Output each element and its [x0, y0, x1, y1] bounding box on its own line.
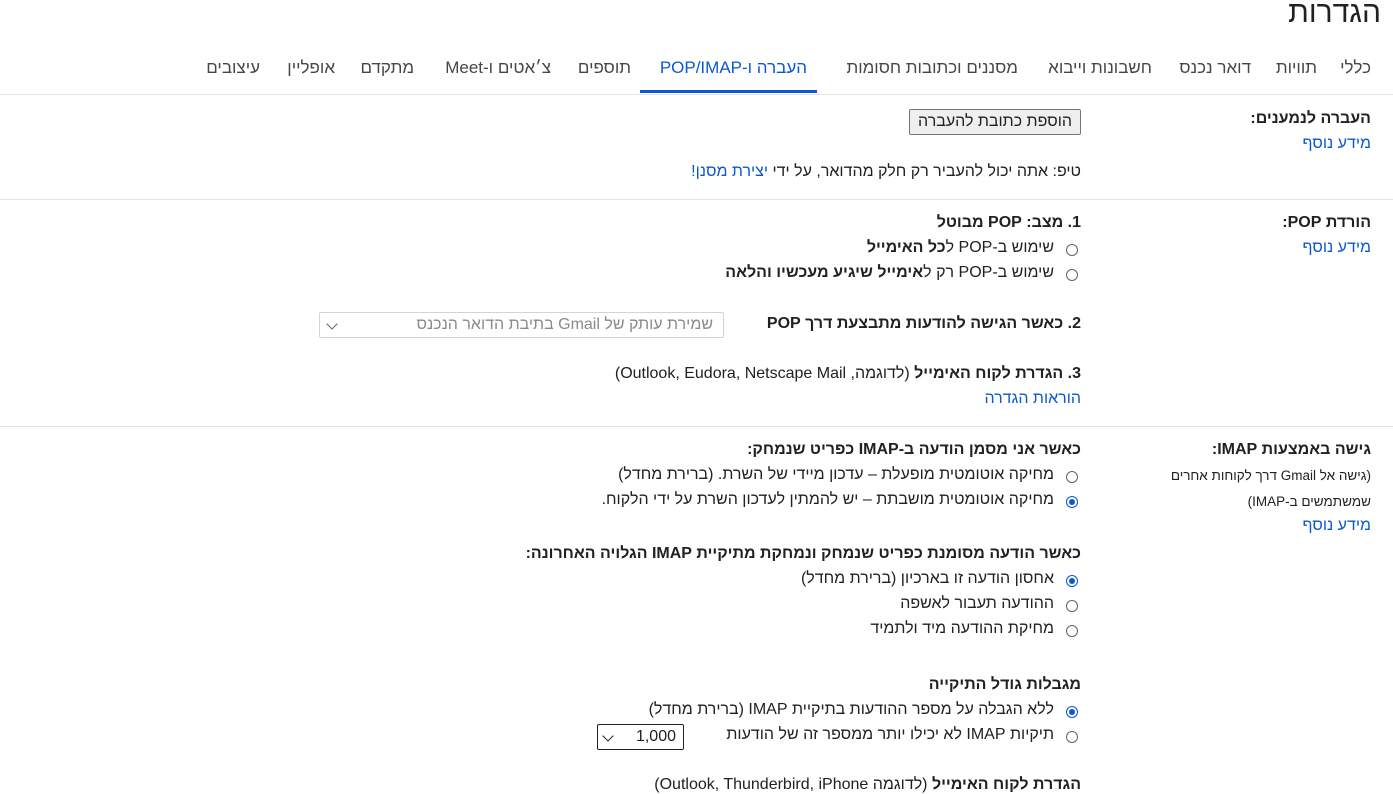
settings-tabs: כללי תוויות דואר נכנס חשבונות וייבוא מסנ…	[0, 50, 1393, 95]
pop-new-mail-bold: אימייל שיגיע מעכשיו והלאה	[725, 264, 924, 281]
pop-new-mail-prefix: שימוש ב-POP רק ל	[923, 264, 1054, 281]
pop-all-mail-bold: כל האימייל	[866, 239, 946, 256]
pop-download-label: הורדת POP:	[1282, 214, 1371, 231]
imap-client-heading: הגדרת לקוח האימייל	[931, 776, 1081, 793]
tab-general[interactable]: כללי	[1340, 58, 1371, 78]
tab-advanced[interactable]: מתקדם	[360, 58, 414, 78]
section-divider	[0, 199, 1393, 200]
move-to-trash-radio[interactable]	[1066, 600, 1078, 612]
auto-expunge-on-label: מחיקה אוטומטית מופעלת – עדכון מיידי של ה…	[618, 466, 1054, 483]
pop-client-config: 3. הגדרת לקוח האימייל (לדוגמה, Outlook, …	[615, 365, 1081, 383]
tab-addons[interactable]: תוספים	[578, 58, 631, 78]
tab-inbox[interactable]: דואר נכנס	[1179, 58, 1251, 78]
auto-expunge-off-label: מחיקה אוטומטית מושבתת – יש להמתין לעדכון…	[601, 491, 1054, 508]
delete-forever-radio[interactable]	[1066, 625, 1078, 637]
imap-subtitle-line2: שמשתמשים ב-IMAP)	[1247, 494, 1371, 509]
folder-size-limits-heading: מגבלות גודל התיקייה	[928, 676, 1081, 693]
delete-forever-label: מחיקת ההודעה מיד ולתמיד	[870, 620, 1054, 637]
tab-chat-meet[interactable]: צ׳אטים ו-Meet	[445, 58, 551, 78]
archive-message-radio[interactable]	[1066, 575, 1078, 587]
forwarding-learn-more-link[interactable]: מידע נוסף	[1303, 135, 1371, 153]
pop-access-heading: 2. כאשר הגישה להודעות מתבצעת דרך POP	[766, 315, 1081, 332]
chevron-down-icon	[326, 318, 338, 330]
pop-all-mail-radio[interactable]	[1066, 244, 1078, 256]
imap-learn-more-link[interactable]: מידע נוסף	[1303, 517, 1371, 535]
no-folder-limit-label: ללא הגבלה על מספר ההודעות בתיקיית IMAP (…	[648, 701, 1054, 718]
pop-setup-instructions-link[interactable]: הוראות הגדרה	[984, 390, 1081, 408]
create-filter-link[interactable]: יצירת מסנן!	[691, 163, 768, 180]
pop-all-mail-label: שימוש ב-POP לכל האימייל	[867, 239, 1054, 257]
no-folder-limit-radio[interactable]	[1066, 706, 1078, 718]
pop-access-select[interactable]: שמירת עותק של Gmail בתיבת הדואר הנכנס	[319, 312, 724, 338]
limit-folder-radio[interactable]	[1066, 731, 1078, 743]
tab-forwarding-pop-imap[interactable]: העברה ו-POP/IMAP	[660, 58, 807, 78]
forwarding-tip-text: טיפ: אתה יכול להעביר רק חלק מהדואר, על י…	[772, 163, 1081, 180]
pop-learn-more-link[interactable]: מידע נוסף	[1303, 239, 1371, 257]
auto-expunge-off-radio[interactable]	[1066, 496, 1078, 508]
imap-deleted-heading: כאשר אני מסמן הודעה ב-IMAP כפריט שנמחק:	[747, 441, 1081, 458]
folder-limit-select[interactable]: 1,000	[597, 724, 684, 750]
section-divider	[0, 426, 1393, 427]
tab-labels[interactable]: תוויות	[1276, 58, 1317, 78]
active-tab-indicator	[640, 90, 817, 93]
add-forwarding-address-button[interactable]: הוספת כתובת להעברה	[909, 109, 1081, 135]
pop-client-examples: (לדוגמה, Outlook, Eudora, Netscape Mail)	[614, 365, 910, 382]
pop-new-mail-radio[interactable]	[1066, 269, 1078, 281]
limit-folder-label: תיקיות IMAP לא יכילו יותר ממספר זה של הו…	[726, 726, 1054, 743]
tab-themes[interactable]: עיצובים	[206, 58, 260, 78]
pop-access-select-value: שמירת עותק של Gmail בתיבת הדואר הנכנס	[416, 316, 713, 333]
auto-expunge-on-radio[interactable]	[1066, 471, 1078, 483]
forwarding-label: העברה לנמענים:	[1250, 110, 1371, 127]
imap-client-config: הגדרת לקוח האימייל (לדוגמה Outlook, Thun…	[654, 776, 1081, 794]
pop-new-mail-label: שימוש ב-POP רק לאימייל שיגיע מעכשיו והלא…	[725, 264, 1054, 282]
move-to-trash-label: ההודעה תעבור לאשפה	[900, 595, 1054, 612]
tab-accounts-import[interactable]: חשבונות וייבוא	[1048, 58, 1152, 78]
tab-offline[interactable]: אופליין	[287, 58, 335, 78]
imap-subtitle-line1: (גישה אל Gmail דרך לקוחות אחרים	[1170, 468, 1371, 483]
imap-client-examples: (לדוגמה Outlook, Thunderbird, iPhone)	[654, 776, 928, 793]
pop-status-heading: 1. מצב: POP מבוטל	[936, 214, 1081, 231]
page-title: הגדרות	[1288, 0, 1381, 29]
forwarding-tip: טיפ: אתה יכול להעביר רק חלק מהדואר, על י…	[691, 163, 1081, 181]
pop-all-mail-prefix: שימוש ב-POP ל	[945, 239, 1054, 256]
pop-client-heading: 3. הגדרת לקוח האימייל	[914, 365, 1081, 382]
imap-access-label: גישה באמצעות IMAP:	[1211, 441, 1371, 458]
imap-expunged-heading: כאשר הודעה מסומנת כפריט שנמחק ונמחקת מתי…	[525, 545, 1081, 562]
archive-message-label: אחסון הודעה זו בארכיון (ברירת מחדל)	[800, 570, 1054, 587]
tab-filters-blocked[interactable]: מסננים וכתובות חסומות	[846, 58, 1018, 78]
chevron-down-icon	[602, 730, 614, 742]
folder-limit-value: 1,000	[635, 728, 676, 745]
